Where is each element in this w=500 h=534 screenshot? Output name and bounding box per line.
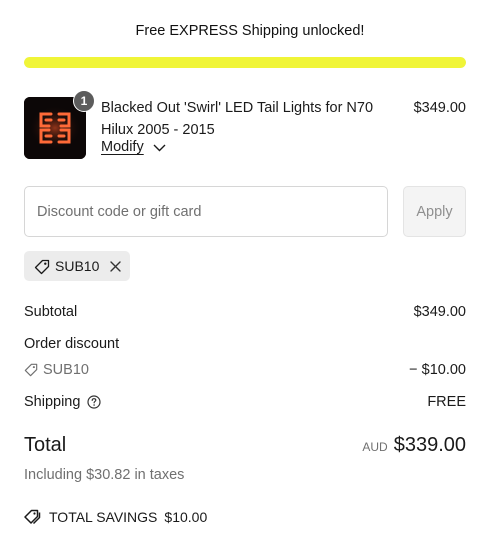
modify-label: Modify xyxy=(101,139,144,155)
tag-icon xyxy=(24,363,38,377)
shipping-banner: Free EXPRESS Shipping unlocked! xyxy=(135,23,365,39)
discount-code-wrap: SUB10 xyxy=(24,362,89,378)
total-amount: $339.00 xyxy=(393,434,466,456)
discount-code-row: SUB10 − $10.00 xyxy=(24,362,466,378)
taxes-note: Including $30.82 in taxes xyxy=(24,467,185,483)
discount-code-input[interactable] xyxy=(24,186,388,237)
savings-label: TOTAL SAVINGS xyxy=(49,509,158,525)
applied-discount-chip: SUB10 xyxy=(24,251,131,281)
product-price: $349.00 xyxy=(413,100,466,116)
shipping-row: Shipping FREE xyxy=(24,394,466,410)
currency-code: AUD xyxy=(362,440,388,454)
subtotal-value: $349.00 xyxy=(413,304,466,320)
total-label: Total xyxy=(24,434,67,456)
shipping-progress-bar xyxy=(24,57,466,68)
shipping-label: Shipping xyxy=(24,394,81,410)
tag-icon xyxy=(34,259,50,274)
shipping-help-button[interactable] xyxy=(87,395,102,409)
discount-code-label: SUB10 xyxy=(43,362,89,378)
subtotal-row: Subtotal $349.00 xyxy=(24,304,466,320)
shipping-label-wrap: Shipping xyxy=(24,394,102,410)
order-discount-row: Order discount xyxy=(24,336,466,352)
total-row: Total AUD $339.00 xyxy=(24,434,466,457)
applied-code-label: SUB10 xyxy=(55,258,100,274)
total-savings: TOTAL SAVINGS $10.00 xyxy=(24,509,207,525)
product-name: Blacked Out 'Swirl' LED Tail Lights for … xyxy=(101,100,374,138)
discount-value: − $10.00 xyxy=(409,362,466,378)
tags-icon xyxy=(24,509,41,525)
remove-discount-button[interactable] xyxy=(110,260,122,272)
chevron-down-icon xyxy=(153,144,166,152)
modify-button[interactable]: Modify xyxy=(101,139,166,155)
shipping-value: FREE xyxy=(427,394,466,410)
quantity-badge: 1 xyxy=(73,90,95,112)
subtotal-label: Subtotal xyxy=(24,304,78,320)
savings-amount: $10.00 xyxy=(164,509,208,525)
close-icon xyxy=(110,260,122,272)
shipping-progress-fill xyxy=(24,57,466,68)
total-amount-wrap: AUD $339.00 xyxy=(362,434,466,457)
apply-button[interactable]: Apply xyxy=(403,186,466,237)
question-circle-icon xyxy=(87,395,102,409)
order-discount-label: Order discount xyxy=(24,336,120,352)
